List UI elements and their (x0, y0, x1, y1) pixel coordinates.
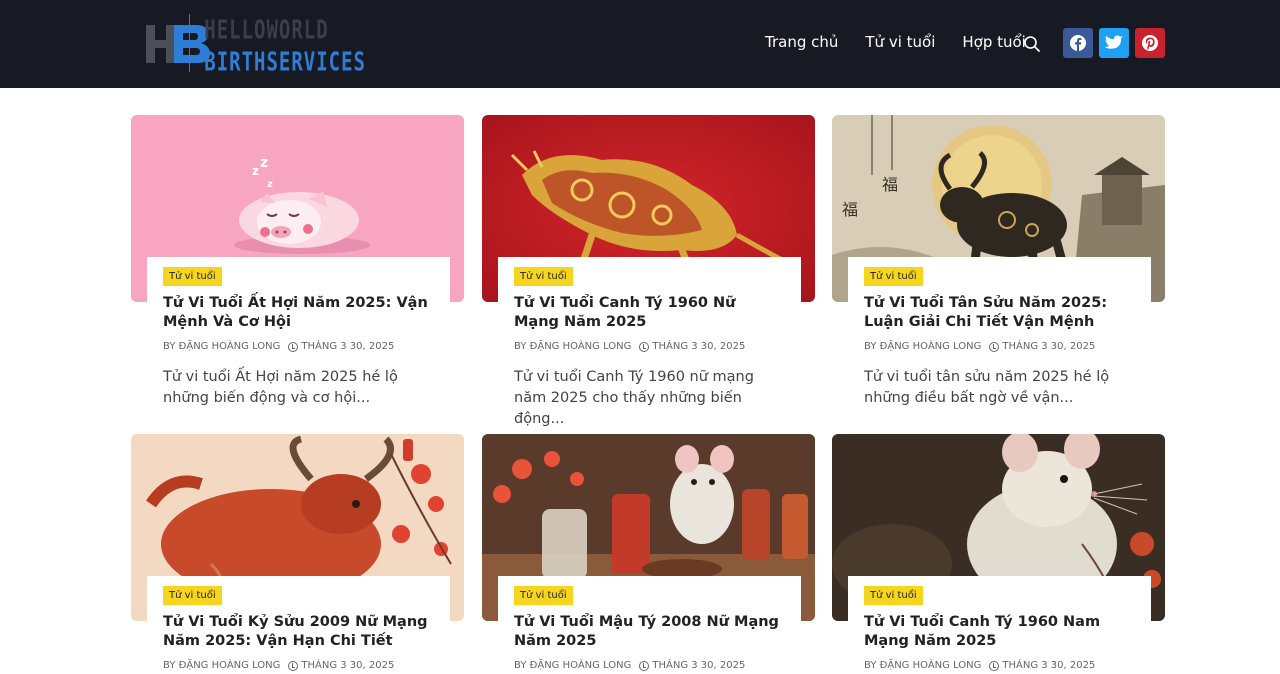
clock-icon (639, 660, 650, 671)
post-meta: BY ĐẶNG HOÀNG LONG THÁNG 3 30, 2025 (864, 341, 1135, 352)
post-title[interactable]: Tử Vi Tuổi Canh Tý 1960 Nam Mạng Năm 202… (864, 613, 1135, 651)
logo-mark-icon (146, 19, 210, 67)
post-date: THÁNG 3 30, 2025 (652, 660, 746, 671)
post-title[interactable]: Tử Vi Tuổi Ất Hợi Năm 2025: Vận Mệnh Và … (163, 294, 434, 332)
nav-item-tu-vi-tuoi[interactable]: Tử vi tuổi (865, 33, 935, 51)
post-excerpt: Tử vi tuổi Ất Hợi năm 2025 hé lộ những b… (163, 369, 398, 406)
clock-icon (989, 660, 1000, 671)
svg-text:z: z (267, 179, 273, 190)
post-meta: BY ĐẶNG HOÀNG LONG THÁNG 3 30, 2025 (163, 660, 434, 671)
logo-line-2: BIRTHSERVICES (204, 46, 366, 77)
site-logo[interactable]: HELLOWORLD BIRTHSERVICES (146, 12, 366, 74)
category-badge[interactable]: Tử vi tuổi (514, 267, 573, 286)
post-card-body: Tử vi tuổi Tử Vi Tuổi Mậu Tý 2008 Nữ Mạn… (498, 576, 801, 671)
search-icon[interactable] (1022, 34, 1042, 54)
clock-icon (288, 341, 299, 352)
post-date: THÁNG 3 30, 2025 (301, 660, 395, 671)
clock-icon (989, 341, 1000, 352)
post-meta: BY ĐẶNG HOÀNG LONG THÁNG 3 30, 2025 (514, 341, 785, 352)
post-author[interactable]: BY ĐẶNG HOÀNG LONG (864, 660, 981, 671)
post-date: THÁNG 3 30, 2025 (652, 341, 746, 352)
svg-text:福: 福 (882, 175, 898, 194)
post-meta: BY ĐẶNG HOÀNG LONG THÁNG 3 30, 2025 (163, 341, 434, 352)
site-header: HELLOWORLD BIRTHSERVICES Trang chủ Tử vi… (0, 0, 1280, 88)
post-date: THÁNG 3 30, 2025 (1002, 660, 1096, 671)
category-badge[interactable]: Tử vi tuổi (163, 267, 222, 286)
svg-text:福: 福 (842, 200, 858, 219)
category-badge[interactable]: Tử vi tuổi (514, 586, 573, 605)
category-badge[interactable]: Tử vi tuổi (864, 267, 923, 286)
post-author[interactable]: BY ĐẶNG HOÀNG LONG (514, 660, 631, 671)
post-author[interactable]: BY ĐẶNG HOÀNG LONG (163, 341, 280, 352)
post-date: THÁNG 3 30, 2025 (301, 341, 395, 352)
pinterest-icon[interactable] (1135, 28, 1165, 58)
clock-icon (639, 341, 650, 352)
post-excerpt: Tử vi tuổi tân sửu năm 2025 hé lộ những … (864, 369, 1110, 406)
post-card-body: Tử vi tuổi Tử Vi Tuổi Canh Tý 1960 Nam M… (848, 576, 1151, 671)
twitter-icon[interactable] (1099, 28, 1129, 58)
nav-item-trang-chu[interactable]: Trang chủ (765, 33, 838, 51)
post-author[interactable]: BY ĐẶNG HOÀNG LONG (514, 341, 631, 352)
svg-text:z: z (260, 155, 268, 171)
post-card-body: Tử vi tuổi Tử Vi Tuổi Tân Sửu Năm 2025: … (848, 257, 1151, 409)
category-badge[interactable]: Tử vi tuổi (864, 586, 923, 605)
post-author[interactable]: BY ĐẶNG HOÀNG LONG (864, 341, 981, 352)
post-meta: BY ĐẶNG HOÀNG LONG THÁNG 3 30, 2025 (514, 660, 785, 671)
svg-text:z: z (252, 164, 259, 178)
post-excerpt: Tử vi tuổi Canh Tý 1960 nữ mạng năm 2025… (514, 369, 754, 427)
nav-item-hop-tuoi[interactable]: Hợp tuổi (962, 33, 1025, 51)
post-title[interactable]: Tử Vi Tuổi Canh Tý 1960 Nữ Mạng Năm 2025 (514, 294, 785, 332)
logo-text: HELLOWORLD BIRTHSERVICES (204, 14, 366, 75)
main-nav: Trang chủ Tử vi tuổi Hợp tuổi (765, 33, 1053, 51)
post-author[interactable]: BY ĐẶNG HOÀNG LONG (163, 660, 280, 671)
post-meta: BY ĐẶNG HOÀNG LONG THÁNG 3 30, 2025 (864, 660, 1135, 671)
category-badge[interactable]: Tử vi tuổi (163, 586, 222, 605)
post-date: THÁNG 3 30, 2025 (1002, 341, 1096, 352)
logo-line-1: HELLOWORLD (204, 14, 329, 45)
post-card-body: Tử vi tuổi Tử Vi Tuổi Kỷ Sửu 2009 Nữ Mạn… (147, 576, 450, 671)
post-title[interactable]: Tử Vi Tuổi Mậu Tý 2008 Nữ Mạng Năm 2025 (514, 613, 785, 651)
post-card-body: Tử vi tuổi Tử Vi Tuổi Canh Tý 1960 Nữ Mạ… (498, 257, 801, 430)
post-card-body: Tử vi tuổi Tử Vi Tuổi Ất Hợi Năm 2025: V… (147, 257, 450, 409)
clock-icon (288, 660, 299, 671)
facebook-icon[interactable] (1063, 28, 1093, 58)
post-title[interactable]: Tử Vi Tuổi Tân Sửu Năm 2025: Luận Giải C… (864, 294, 1135, 332)
post-title[interactable]: Tử Vi Tuổi Kỷ Sửu 2009 Nữ Mạng Năm 2025:… (163, 613, 434, 651)
